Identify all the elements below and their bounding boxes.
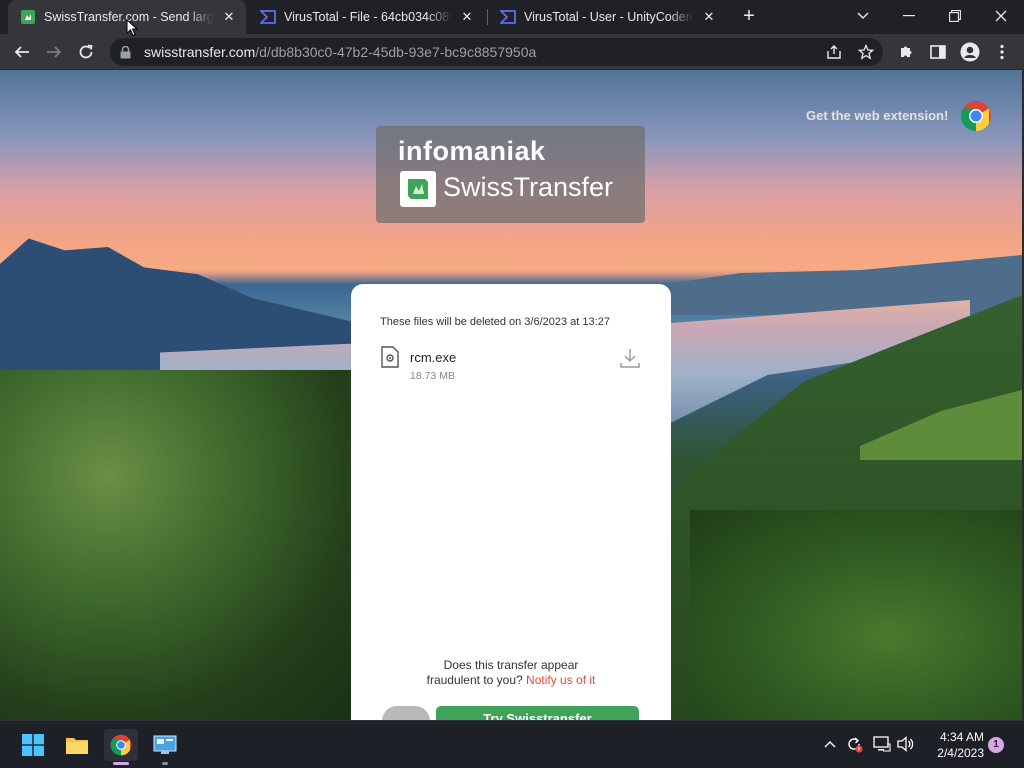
executable-file-icon (381, 346, 399, 368)
close-tab-icon[interactable]: ✕ (458, 8, 476, 26)
clock-time: 4:34 AM (939, 730, 984, 744)
tab-title: VirusTotal - File - 64cb034c0853e (284, 10, 452, 24)
tab-search-chevron-icon[interactable] (840, 0, 886, 32)
windows-taskbar: 4:34 AM 2/4/2023 1 (0, 720, 1024, 768)
virustotal-favicon-icon (500, 9, 516, 25)
control-panel-taskbar-icon[interactable] (148, 729, 182, 765)
swisstransfer-logo-icon (400, 171, 436, 207)
download-icon[interactable] (619, 347, 641, 369)
extensions-puzzle-icon[interactable] (892, 38, 920, 66)
swisstransfer-favicon-icon (20, 9, 36, 25)
sync-error-icon[interactable] (844, 733, 864, 755)
background-trees (690, 510, 1022, 720)
close-tab-icon[interactable]: ✕ (700, 8, 718, 26)
tab-strip: SwissTransfer.com - Send large files ✕ V… (0, 0, 1024, 34)
clock-date: 2/4/2023 (937, 746, 984, 760)
mouse-cursor-icon (126, 18, 139, 37)
side-panel-icon[interactable] (924, 38, 952, 66)
taskbar-clock[interactable]: 4:34 AM 2/4/2023 (928, 729, 984, 761)
chrome-logo-icon[interactable] (960, 100, 992, 132)
forward-button[interactable] (40, 38, 68, 66)
running-app-indicator (162, 762, 168, 765)
reload-button[interactable] (72, 38, 100, 66)
deletion-notice: These files will be deleted on 3/6/2023 … (380, 316, 610, 328)
start-button[interactable] (16, 729, 50, 761)
chrome-taskbar-icon[interactable] (104, 729, 138, 765)
lock-icon (120, 45, 134, 59)
restore-button[interactable] (932, 0, 978, 32)
share-icon[interactable] (822, 42, 846, 62)
extension-promo-link[interactable]: Get the web extension! (806, 108, 948, 123)
new-tab-button[interactable]: + (738, 6, 760, 28)
browser-toolbar: swisstransfer.com/d/db8b30c0-47b2-45db-9… (0, 34, 1024, 70)
url-path: /d/db8b30c0-47b2-45db-93e7-bc9c8857950a (255, 44, 537, 60)
minimize-button[interactable] (886, 0, 932, 32)
secondary-button[interactable] (382, 706, 430, 720)
notification-badge[interactable]: 1 (988, 737, 1004, 753)
fraud-question-line1: Does this transfer appear (443, 658, 579, 672)
fraud-report-text: Does this transfer appear fraudulent to … (351, 658, 671, 688)
profile-avatar-icon[interactable] (956, 38, 984, 66)
url-host: swisstransfer.com (144, 44, 256, 60)
url-text: swisstransfer.com/d/db8b30c0-47b2-45db-9… (144, 44, 536, 60)
tab-virustotal-user[interactable]: VirusTotal - User - UnityCoder0x2 ✕ (488, 0, 726, 34)
address-bar[interactable]: swisstransfer.com/d/db8b30c0-47b2-45db-9… (110, 38, 883, 66)
show-hidden-icons-chevron-icon[interactable] (820, 733, 840, 755)
notify-us-link[interactable]: Notify us of it (526, 673, 595, 687)
fraud-question-line2: fraudulent to you? (426, 673, 523, 687)
tab-virustotal-file[interactable]: VirusTotal - File - 64cb034c0853e ✕ (248, 0, 484, 34)
more-menu-icon[interactable] (988, 38, 1016, 66)
bookmark-star-icon[interactable] (854, 42, 878, 62)
file-name[interactable]: rcm.exe (410, 350, 456, 365)
virustotal-favicon-icon (260, 9, 276, 25)
file-size: 18.73 MB (410, 370, 455, 382)
background-trees (0, 370, 360, 720)
active-app-indicator (113, 762, 129, 765)
transfer-card: These files will be deleted on 3/6/2023 … (351, 284, 671, 720)
tab-title: VirusTotal - User - UnityCoder0x2 (524, 10, 694, 24)
product-name: SwissTransfer (443, 172, 614, 202)
close-tab-icon[interactable]: ✕ (220, 8, 238, 26)
file-explorer-taskbar-icon[interactable] (60, 729, 94, 761)
web-page: Get the web extension! infomaniak SwissT… (0, 70, 1022, 720)
back-button[interactable] (8, 38, 36, 66)
try-swisstransfer-button[interactable]: Try Swisstransfer (436, 706, 639, 720)
brand-banner: infomaniak SwissTransfer (376, 126, 645, 223)
company-logo-text: infomaniak (398, 136, 546, 166)
volume-icon[interactable] (896, 733, 916, 755)
network-icon[interactable] (872, 733, 892, 755)
close-window-button[interactable] (978, 0, 1024, 32)
